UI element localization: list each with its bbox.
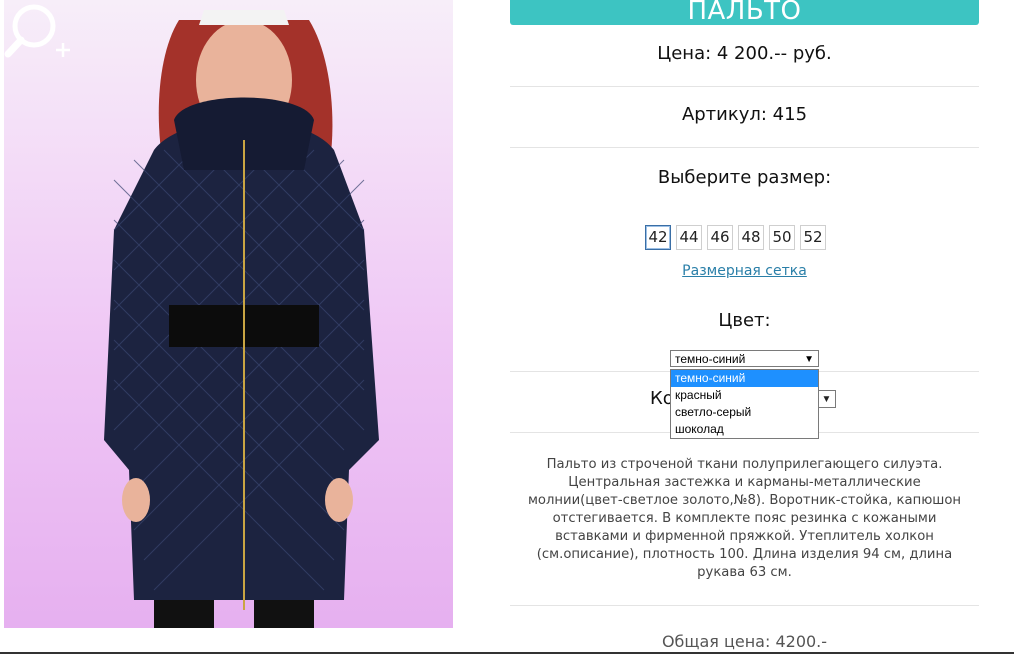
size-options: 42 44 46 48 50 52 [645, 225, 826, 250]
product-page: ПАЛЬТО Цена: 4 200.-- руб. Артикул: 415 … [0, 0, 1014, 654]
total-price: Общая цена: 4200.- [661, 632, 828, 651]
size-option-44[interactable]: 44 [676, 225, 702, 250]
size-option-52[interactable]: 52 [800, 225, 826, 250]
size-option-42[interactable]: 42 [645, 225, 671, 250]
product-title-bar: ПАЛЬТО [510, 0, 979, 25]
color-select[interactable]: темно-синий ▼ [670, 350, 819, 367]
product-title: ПАЛЬТО [687, 0, 802, 25]
product-description: Пальто из строченой ткани полуприлегающе… [527, 457, 962, 580]
zoom-in-icon[interactable] [4, 0, 74, 62]
product-photo[interactable] [4, 0, 453, 628]
size-heading: Выберите размер: [657, 167, 832, 188]
color-option-light-gray[interactable]: светло-серый [671, 404, 818, 421]
triangle-down-icon: ▼ [804, 354, 814, 365]
size-option-50[interactable]: 50 [769, 225, 795, 250]
color-option-red[interactable]: красный [671, 387, 818, 404]
divider [510, 147, 979, 148]
color-option-dark-blue[interactable]: темно-синий [671, 370, 818, 387]
coat-illustration [104, 10, 379, 628]
color-heading: Цвет: [718, 310, 771, 331]
color-dropdown-list: темно-синий красный светло-серый шоколад [670, 369, 819, 439]
size-option-48[interactable]: 48 [738, 225, 764, 250]
size-chart-link[interactable]: Размерная сетка [510, 263, 979, 279]
article-label: Артикул: 415 [681, 104, 808, 125]
divider [510, 86, 979, 87]
size-option-46[interactable]: 46 [707, 225, 733, 250]
color-option-chocolate[interactable]: шоколад [671, 421, 818, 438]
divider [510, 605, 979, 606]
color-select-value: темно-синий [675, 352, 746, 366]
price-label: Цена: 4 200.-- руб. [657, 43, 832, 64]
quantity-select-arrow[interactable]: ▼ [818, 390, 836, 408]
